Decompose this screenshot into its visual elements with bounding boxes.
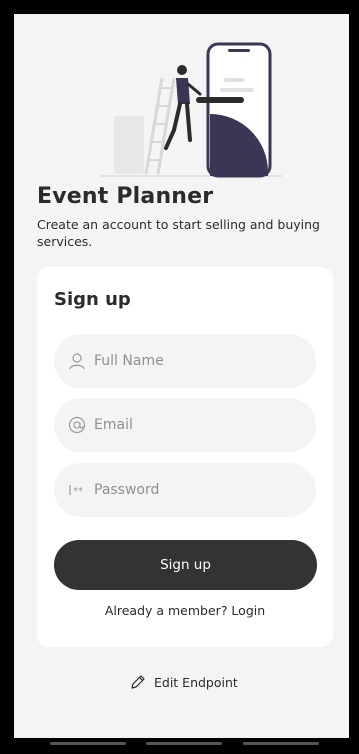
password-field[interactable]: ** bbox=[54, 463, 316, 517]
device-frame: Event Planner Create an account to start… bbox=[0, 0, 359, 754]
app-subtitle: Create an account to start selling and b… bbox=[37, 217, 320, 249]
nav-bar-segment bbox=[146, 742, 222, 745]
full-name-input[interactable] bbox=[94, 334, 304, 388]
svg-text:**: ** bbox=[73, 486, 83, 497]
nav-bar-segment bbox=[243, 742, 319, 745]
app-screen: Event Planner Create an account to start… bbox=[14, 14, 349, 738]
email-input[interactable] bbox=[94, 398, 304, 452]
edit-endpoint-label: Edit Endpoint bbox=[154, 674, 238, 690]
signup-card: Sign up Full Name Email ** Sign up Alrea… bbox=[37, 267, 333, 647]
password-icon: ** bbox=[69, 485, 83, 497]
nav-bar-segment bbox=[50, 742, 126, 745]
user-icon bbox=[69, 353, 85, 370]
signup-illustration bbox=[100, 42, 282, 178]
system-nav-bar bbox=[0, 742, 359, 746]
login-link[interactable]: Already a member? Login bbox=[37, 603, 333, 618]
email-field[interactable] bbox=[54, 398, 316, 452]
password-input[interactable] bbox=[94, 463, 304, 517]
signup-title: Sign up bbox=[54, 289, 131, 310]
pencil-icon bbox=[131, 675, 145, 689]
app-title: Event Planner bbox=[37, 184, 214, 209]
signup-button[interactable]: Sign up bbox=[54, 540, 317, 590]
edit-endpoint-button[interactable]: Edit Endpoint bbox=[130, 672, 238, 692]
full-name-field[interactable] bbox=[54, 334, 316, 388]
at-icon bbox=[68, 416, 86, 434]
